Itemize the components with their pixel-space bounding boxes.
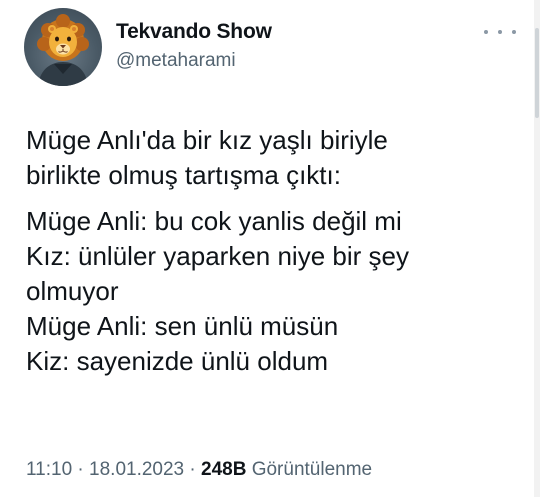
tweet-paragraph: Müge Anlı'da bir kız yaşlı biriyle birli… xyxy=(26,123,526,193)
scrollbar[interactable] xyxy=(534,0,540,497)
scrollbar-thumb[interactable] xyxy=(535,28,539,118)
author-handle[interactable]: @metaharami xyxy=(116,50,236,72)
more-horizontal-icon[interactable] xyxy=(484,22,516,42)
tweet-line: Kız: ünlüler yaparken niye bir şey xyxy=(26,241,409,271)
tweet-paragraph: Müge Anli: bu cok yanlis değil mi Kız: ü… xyxy=(26,204,526,379)
tweet-line: birlikte olmuş tartışma çıktı: xyxy=(26,160,341,190)
tweet-meta: 11:10 · 18.01.2023 · 248B Görüntülenme xyxy=(26,459,372,481)
tweet-date[interactable]: 18.01.2023 xyxy=(89,459,184,480)
lion-face-avatar-icon xyxy=(37,14,89,86)
more-dot xyxy=(512,30,516,34)
tweet-line: Müge Anli: sen ünlü müsün xyxy=(26,311,339,341)
tweet-line: Müge Anli: bu cok yanlis değil mi xyxy=(26,206,402,236)
views-label: Görüntülenme xyxy=(246,459,373,480)
tweet-card: Tekvando Show @metaharami Müge Anlı'da b… xyxy=(0,0,540,497)
meta-separator: · xyxy=(72,459,90,480)
more-dot xyxy=(484,30,488,34)
more-dot xyxy=(498,30,502,34)
tweet-time[interactable]: 11:10 xyxy=(26,459,72,480)
avatar[interactable] xyxy=(24,8,102,86)
views-count: 248B xyxy=(201,459,247,480)
tweet-line: Kiz: sayenizde ünlü oldum xyxy=(26,346,329,376)
tweet-line: olmuyor xyxy=(26,276,119,306)
meta-separator: · xyxy=(184,459,202,480)
tweet-text: Müge Anlı'da bir kız yaşlı biriyle birli… xyxy=(26,123,526,390)
tweet-line: Müge Anlı'da bir kız yaşlı biriyle xyxy=(26,125,388,155)
author-name[interactable]: Tekvando Show xyxy=(116,20,272,44)
